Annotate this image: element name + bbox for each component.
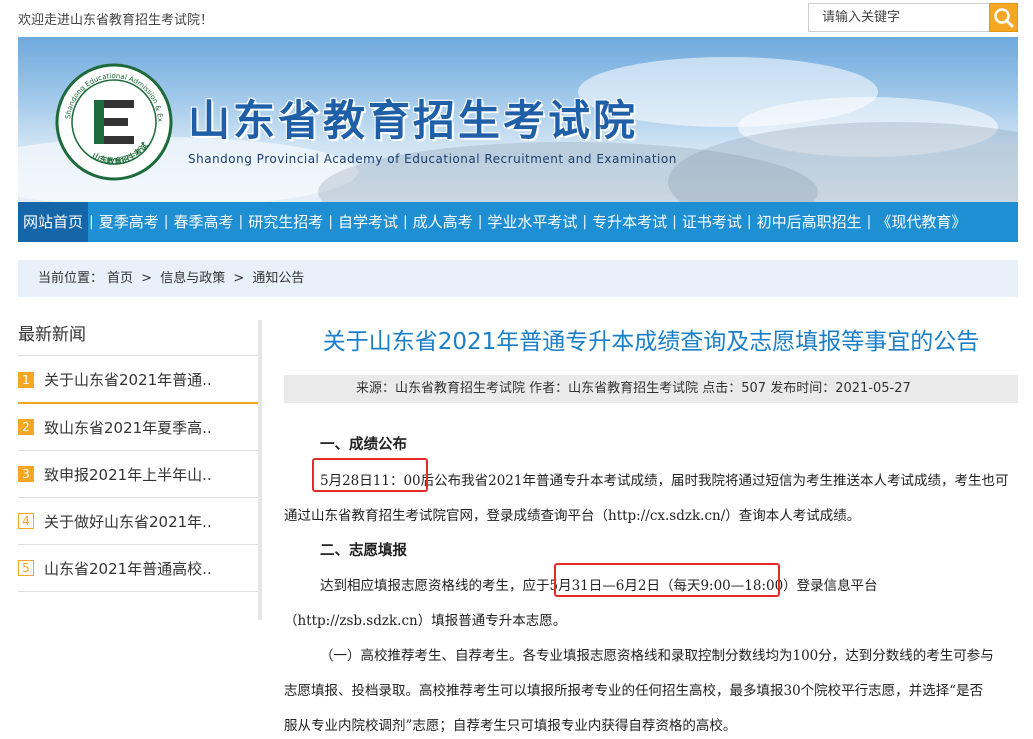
news-title[interactable]: 山东省2021年普通高校..	[44, 558, 212, 579]
breadcrumb-notices[interactable]: 通知公告	[252, 271, 304, 286]
paragraph-line: 通过山东省教育招生考试院官网，登录成绩查询平台（http://cx.sdzk.c…	[284, 508, 861, 524]
nav-proficiency[interactable]: 学业水平考试	[483, 202, 581, 242]
paragraph-line: （http://zsb.sdzk.cn）填报普通专升本志愿。	[284, 613, 567, 629]
news-number: 1	[18, 371, 34, 388]
main-nav: 网站首页 | 夏季高考 | 春季高考 | 研究生招考 | 自学考试 | 成人高考…	[18, 202, 1018, 242]
news-title[interactable]: 致申报2021年上半年山..	[44, 464, 212, 485]
news-item[interactable]: 2 致山东省2021年夏季高..	[18, 404, 258, 451]
nav-upgrade-exam[interactable]: 专升本考试	[588, 202, 671, 242]
paragraph-text: 后公布我省2021年普通专升本考试成绩，届时我院将通过短信为考生推送本人考试成绩…	[420, 473, 1009, 489]
nav-vocational[interactable]: 初中后高职招生	[753, 202, 866, 242]
news-title[interactable]: 致山东省2021年夏季高..	[44, 417, 212, 438]
latest-news-sidebar: 最新新闻 1 关于山东省2021年普通.. 2 致山东省2021年夏季高.. 3…	[18, 320, 262, 620]
breadcrumb-info-policy[interactable]: 信息与政策	[160, 271, 225, 286]
news-item[interactable]: 5 山东省2021年普通高校..	[18, 545, 258, 592]
breadcrumb-home[interactable]: 首页	[107, 271, 133, 286]
nav-self-study[interactable]: 自学考试	[334, 202, 402, 242]
nav-spring-exam[interactable]: 春季高考	[169, 202, 237, 242]
search-box: 请输入关键字	[808, 3, 1018, 32]
search-button[interactable]	[989, 3, 1018, 32]
news-number: 2	[18, 419, 34, 435]
welcome-text: 欢迎走进山东省教育招生考试院！	[18, 13, 214, 28]
news-number: 4	[18, 513, 34, 529]
breadcrumb: 当前位置： 首页 > 信息与政策 > 通知公告	[18, 260, 1018, 297]
header-banner: Shandong Educational Admission & Examina…	[18, 37, 1018, 202]
news-number: 5	[18, 560, 34, 576]
article-meta: 来源：山东省教育招生考试院 作者：山东省教育招生考试院 点击：507 发布时间：…	[284, 375, 1018, 403]
breadcrumb-label: 当前位置：	[38, 271, 104, 286]
paragraph-text: 登录信息平台	[796, 578, 878, 594]
site-title: 山东省教育招生考试院	[188, 96, 639, 145]
news-number: 3	[18, 466, 34, 482]
site-subtitle: Shandong Provincial Academy of Education…	[188, 152, 677, 166]
nav-certificate[interactable]: 证书考试	[678, 202, 746, 242]
highlight-box	[312, 458, 428, 492]
academy-logo: Shandong Educational Admission & Examina…	[54, 62, 173, 181]
article-title: 关于山东省2021年普通专升本成绩查询及志愿填报等事宜的公告	[322, 329, 980, 355]
paragraph-line: 服从专业内院校调剂”志愿；自荐考生只可填报专业内获得自荐资格的高校。	[284, 718, 737, 734]
nav-graduate[interactable]: 研究生招考	[244, 202, 327, 242]
paragraph-line: 志愿填报、投档录取。高校推荐考生可以填报所报考专业的任何招生高校，最多填报30个…	[284, 683, 984, 699]
top-bar: 欢迎走进山东省教育招生考试院！ 请输入关键字	[0, 0, 1033, 37]
news-item[interactable]: 4 关于做好山东省2021年..	[18, 498, 258, 545]
paragraph-line: （一）高校推荐考生、自荐考生。各专业填报志愿资格线和录取控制分数线均为100分，…	[320, 648, 994, 664]
nav-summer-exam[interactable]: 夏季高考	[95, 202, 163, 242]
search-icon	[994, 8, 1014, 28]
news-item[interactable]: 1 关于山东省2021年普通..	[18, 357, 258, 404]
nav-modern-education[interactable]: 《现代教育》	[872, 202, 970, 242]
paragraph-text: 达到相应填报志愿资格线的考生，应于	[320, 578, 550, 594]
section-heading: 二、志愿填报	[320, 543, 407, 559]
nav-home[interactable]: 网站首页	[18, 202, 89, 242]
news-title[interactable]: 关于山东省2021年普通..	[44, 369, 212, 390]
sidebar-title: 最新新闻	[18, 325, 86, 345]
breadcrumb-separator: >	[141, 271, 153, 286]
news-item[interactable]: 3 致申报2021年上半年山..	[18, 451, 258, 498]
breadcrumb-separator: >	[233, 271, 245, 286]
nav-adult-exam[interactable]: 成人高考	[409, 202, 477, 242]
section-heading: 一、成绩公布	[320, 437, 407, 453]
news-title[interactable]: 关于做好山东省2021年..	[44, 511, 212, 532]
highlight-box	[554, 563, 780, 597]
search-input[interactable]: 请输入关键字	[808, 3, 990, 32]
